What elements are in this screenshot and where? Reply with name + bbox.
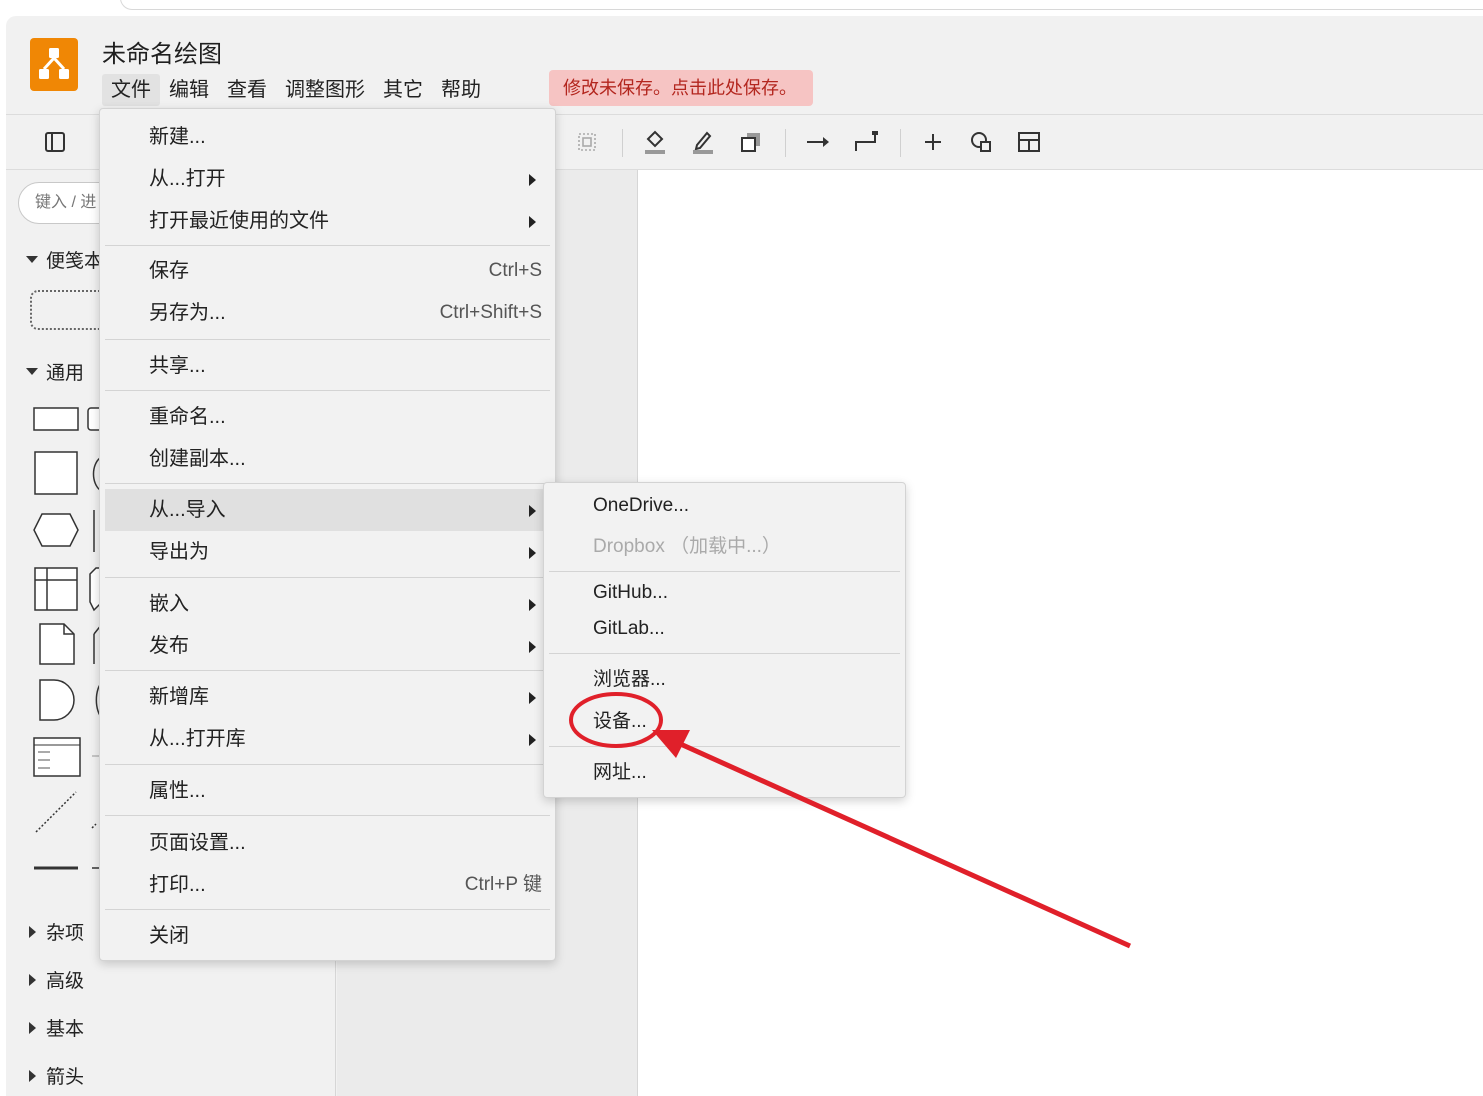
submenu-item-onedrive[interactable]: OneDrive...: [549, 485, 900, 527]
expand-triangle-icon: [29, 925, 36, 938]
menu-item-new-library[interactable]: 新增库: [105, 676, 550, 718]
menu-arrange[interactable]: 调整图形: [276, 74, 374, 106]
menu-item-save-as[interactable]: 另存为... Ctrl+Shift+S: [105, 292, 550, 334]
drawio-logo-icon[interactable]: [30, 38, 78, 91]
submenu-arrow-icon: [529, 692, 536, 704]
menubar: 文件 编辑 查看 调整图形 其它 帮助: [102, 74, 490, 106]
expand-triangle-icon: [29, 1069, 36, 1082]
collapse-triangle-icon: [26, 256, 38, 263]
submenu-item-dropbox: Dropbox （加载中...）: [593, 536, 781, 557]
menu-item-open-library-from[interactable]: 从...打开库: [105, 718, 550, 760]
section-misc[interactable]: 杂项: [26, 918, 84, 945]
browser-top-edge: [0, 0, 1483, 12]
menu-view[interactable]: 查看: [218, 74, 276, 106]
submenu-arrow-icon: [529, 641, 536, 653]
section-general[interactable]: 通用: [26, 358, 84, 385]
submenu-item-browser[interactable]: 浏览器...: [549, 659, 900, 701]
menu-item-close[interactable]: 关闭: [105, 915, 550, 957]
menu-item-share[interactable]: 共享...: [105, 345, 550, 387]
submenu-arrow-icon: [529, 547, 536, 559]
import-submenu: OneDrive... Dropbox （加载中...） GitHub... G…: [543, 482, 906, 798]
menu-file[interactable]: 文件: [102, 74, 160, 106]
line-color-icon[interactable]: [686, 125, 720, 159]
menu-item-import-from[interactable]: 从...导入: [105, 489, 550, 531]
submenu-arrow-icon: [529, 599, 536, 611]
submenu-item-gitlab[interactable]: GitLab...: [549, 608, 900, 650]
menu-item-export-as[interactable]: 导出为: [105, 531, 550, 573]
menu-item-save[interactable]: 保存 Ctrl+S: [105, 250, 550, 292]
menu-help[interactable]: 帮助: [432, 74, 490, 106]
menu-item-open-recent[interactable]: 打开最近使用的文件: [105, 200, 550, 242]
expand-triangle-icon: [29, 973, 36, 986]
menu-item-rename[interactable]: 重命名...: [105, 396, 550, 438]
menu-item-page-setup[interactable]: 页面设置...: [105, 822, 550, 864]
table-icon[interactable]: [1012, 125, 1046, 159]
submenu-item-device[interactable]: 设备...: [549, 701, 900, 743]
document-title[interactable]: 未命名绘图: [102, 34, 222, 69]
duplicate-icon[interactable]: [570, 125, 604, 159]
submenu-item-url[interactable]: 网址...: [549, 752, 900, 794]
section-scratchpad[interactable]: 便笺本: [26, 246, 103, 273]
menu-item-make-copy[interactable]: 创建副本...: [105, 438, 550, 480]
menu-extras[interactable]: 其它: [374, 74, 432, 106]
insert-plus-icon[interactable]: [916, 125, 950, 159]
menu-item-open-from[interactable]: 从...打开: [105, 158, 550, 200]
menu-item-properties[interactable]: 属性...: [105, 770, 550, 812]
submenu-arrow-icon: [529, 216, 536, 228]
menu-item-new[interactable]: 新建...: [105, 116, 550, 158]
submenu-arrow-icon: [529, 734, 536, 746]
section-arrows[interactable]: 箭头: [26, 1062, 84, 1089]
menu-item-publish[interactable]: 发布: [105, 625, 550, 667]
section-basic[interactable]: 基本: [26, 1014, 84, 1041]
menu-item-embed[interactable]: 嵌入: [105, 583, 550, 625]
scratchpad-drop-area[interactable]: [30, 290, 110, 330]
collapse-triangle-icon: [26, 368, 38, 375]
connection-arrow-icon[interactable]: [801, 125, 835, 159]
unsaved-changes-banner[interactable]: 修改未保存。点击此处保存。: [549, 70, 813, 106]
section-advanced[interactable]: 高级: [26, 966, 84, 993]
submenu-arrow-icon: [529, 505, 536, 517]
toggle-sidebar-icon[interactable]: [38, 125, 72, 159]
submenu-arrow-icon: [529, 174, 536, 186]
menu-item-print[interactable]: 打印... Ctrl+P 键: [105, 864, 550, 906]
file-menu-dropdown: 新建... 从...打开 打开最近使用的文件 保存 Ctrl+S 另存为... Ct…: [99, 108, 556, 961]
fill-color-icon[interactable]: [638, 125, 672, 159]
waypoints-icon[interactable]: [849, 125, 883, 159]
menu-edit[interactable]: 编辑: [160, 74, 218, 106]
general-shapes-palette[interactable]: [30, 402, 110, 892]
shadow-icon[interactable]: [734, 125, 768, 159]
shapes-icon[interactable]: [964, 125, 998, 159]
expand-triangle-icon: [29, 1021, 36, 1034]
